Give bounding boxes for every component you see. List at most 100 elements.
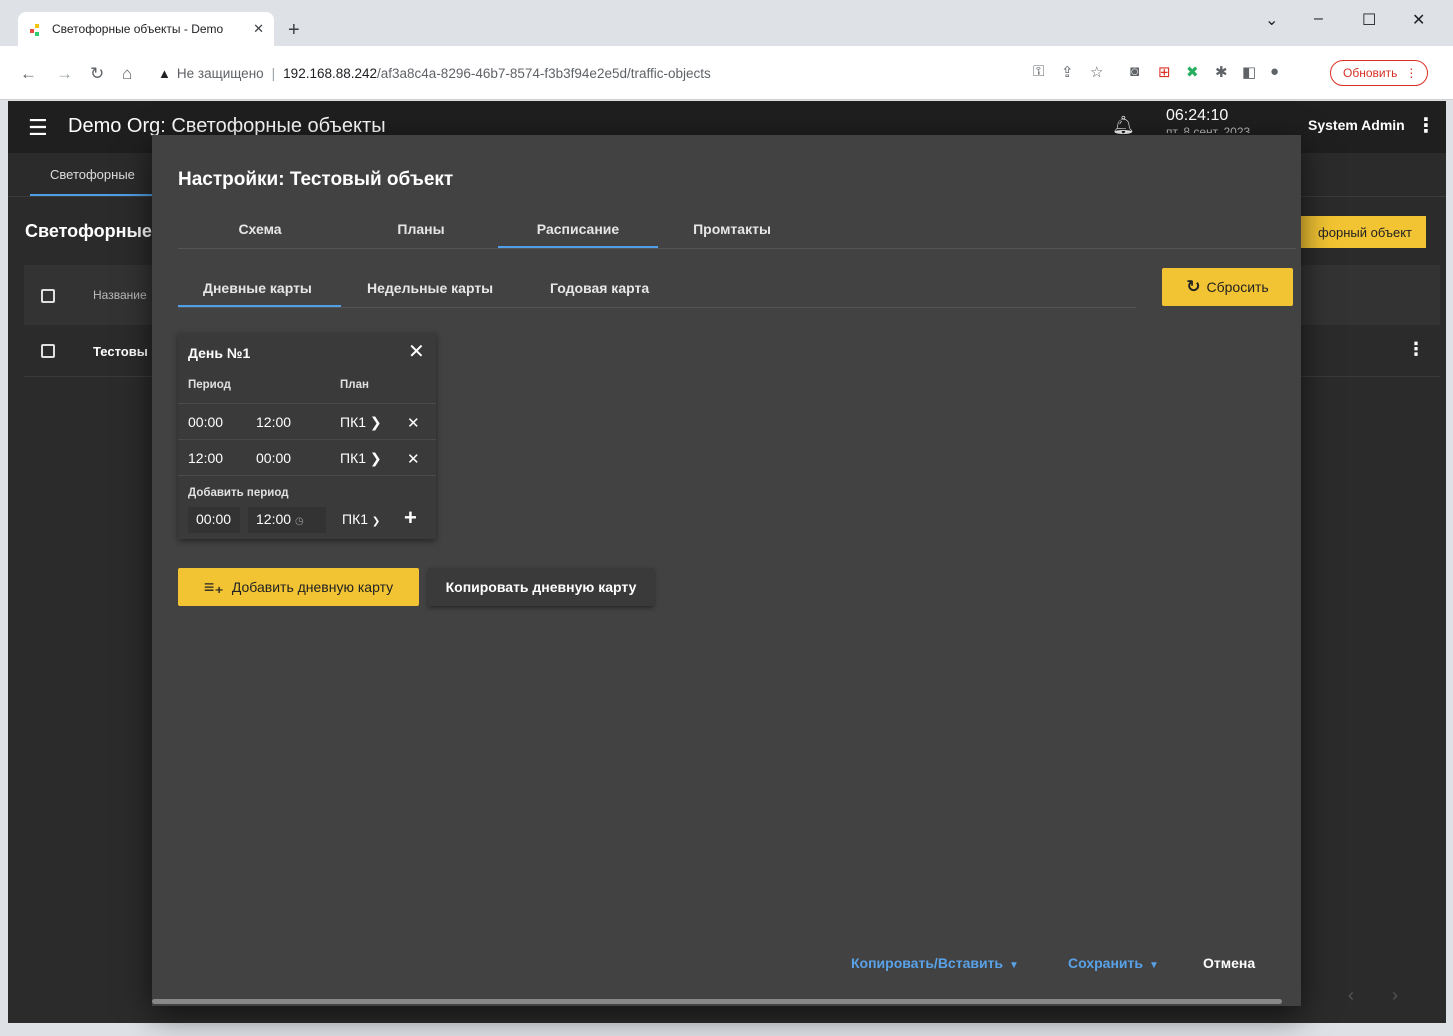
tab-plans[interactable]: Планы (368, 221, 474, 237)
tab-interphases[interactable]: Промтакты (674, 221, 790, 237)
menu-icon[interactable]: ☰ (28, 115, 48, 141)
update-button[interactable]: Обновить ⋮ (1330, 60, 1429, 86)
copy-paste-menu-button[interactable]: Копировать/Вставить ▼ (851, 955, 1019, 971)
period-plan-select[interactable]: ПК1 ❯ (340, 414, 382, 431)
update-label: Обновить (1343, 66, 1398, 80)
row-checkbox[interactable] (41, 344, 55, 358)
page-title: Светофорные (25, 221, 152, 241)
key-icon[interactable]: ⚿ (1033, 63, 1044, 80)
user-name[interactable]: System Admin (1308, 117, 1405, 133)
column-header-name[interactable]: Название (93, 288, 147, 302)
kebab-menu-icon: ⋮ (1405, 66, 1418, 80)
side-panel-icon[interactable]: ◧ (1242, 63, 1256, 81)
remove-period-icon[interactable]: ✕ (407, 450, 420, 468)
subtab-year-map[interactable]: Годовая карта (550, 280, 649, 296)
browser-tabstrip: Светофорные объекты - Demo ✕ + ⌄ – ☐ ✕ (0, 0, 1453, 46)
extension-grid-icon[interactable]: ⊞ (1158, 63, 1171, 81)
day-card: День №1 ✕ Период План 00:00 12:00 ПК1 ❯ … (178, 333, 436, 539)
minimize-icon[interactable]: – (1314, 10, 1323, 28)
address-bar[interactable]: ▲ Не защищено | 192.168.88.242 /af3a8c4a… (150, 57, 1115, 89)
plan-value: ПК1 (340, 414, 367, 430)
caret-down-icon: ▼ (1009, 960, 1019, 971)
add-day-map-label: Добавить дневную карту (231, 579, 394, 595)
back-icon[interactable]: ← (20, 64, 37, 84)
add-period-from-input[interactable]: 00:00 (188, 507, 240, 533)
add-traffic-object-button[interactable]: форный объект (1300, 216, 1426, 248)
period-row: 12:00 00:00 ПК1 ❯ ✕ (178, 439, 436, 475)
reset-button[interactable]: ↻ Сбросить (1162, 268, 1293, 306)
clock-time: 06:24:10 (1166, 107, 1229, 124)
tab-title: Светофорные объекты - Demo (52, 22, 224, 36)
home-icon[interactable]: ⌂ (122, 64, 132, 84)
tab-schema[interactable]: Схема (207, 221, 313, 237)
save-label: Сохранить (1068, 955, 1143, 971)
row-name: Тестовы (93, 344, 148, 359)
add-period-row: 00:00 12:00 ◷ ПК1 ❯ + (178, 505, 436, 535)
reset-label: Сбросить (1206, 279, 1269, 295)
remove-period-icon[interactable]: ✕ (407, 414, 420, 432)
browser-tab[interactable]: Светофорные объекты - Demo ✕ (18, 12, 274, 46)
period-to[interactable]: 12:00 (256, 414, 291, 430)
window-close-icon[interactable]: ✕ (1412, 10, 1425, 30)
subtab-week-maps[interactable]: Недельные карты (367, 280, 493, 296)
clock-date: пт, 8 сент. 2023 (1166, 125, 1251, 133)
nav-tab-traffic-objects[interactable]: Светофорные (50, 167, 135, 182)
caret-down-icon: ▼ (1148, 960, 1159, 971)
extension-x-icon[interactable]: ✖ (1186, 63, 1199, 81)
new-tab-icon[interactable]: + (288, 20, 300, 40)
bookmark-star-icon[interactable]: ☆ (1090, 63, 1103, 81)
maximize-icon[interactable]: ☐ (1362, 10, 1376, 30)
prev-page-icon[interactable]: ‹ (1348, 985, 1354, 1006)
horizontal-scrollbar[interactable] (152, 999, 1282, 1004)
add-period-icon[interactable]: + (404, 505, 417, 531)
select-all-checkbox[interactable] (41, 289, 55, 303)
next-page-icon[interactable]: › (1392, 985, 1398, 1006)
plan-value: ПК1 (340, 450, 367, 466)
nav-tab-indicator (30, 194, 152, 196)
clock: 06:24:10 пт, 8 сент. 2023 (1166, 107, 1250, 133)
column-plan: План (340, 379, 369, 391)
security-label: Не защищено (176, 65, 264, 81)
chevron-down-icon: ❯ (371, 516, 381, 527)
subtab-day-maps[interactable]: Дневные карты (203, 280, 312, 296)
browser-toolbar: ← → ↻ ⌂ ▲ Не защищено | 192.168.88.242 /… (0, 46, 1453, 100)
tab-schedule[interactable]: Расписание (498, 221, 658, 237)
share-icon[interactable]: ⇪ (1061, 63, 1074, 81)
add-period-plan-select[interactable]: ПК1 ❯ (334, 507, 390, 533)
url-separator: | (271, 65, 276, 81)
subtab-indicator (178, 305, 341, 307)
add-period-label: Добавить период (188, 487, 289, 499)
period-plan-select[interactable]: ПК1 ❯ (340, 450, 382, 467)
period-from[interactable]: 00:00 (188, 414, 223, 430)
profile-avatar-icon[interactable]: ● (1270, 63, 1279, 80)
period-from[interactable]: 12:00 (188, 450, 223, 466)
add-period-to-input[interactable]: 12:00 ◷ (248, 507, 326, 533)
copy-day-map-button[interactable]: Копировать дневную карту (428, 568, 654, 606)
tab-search-icon[interactable]: ⌄ (1265, 10, 1278, 30)
main-tabs: Схема Планы Расписание Промтакты (178, 207, 1296, 249)
url-host: 192.168.88.242 (283, 65, 378, 81)
reload-icon[interactable]: ↻ (90, 64, 104, 84)
notifications-bell-icon[interactable]: 🔔︎ (1112, 115, 1135, 136)
period-to[interactable]: 00:00 (256, 450, 291, 466)
add-period-to-value: 12:00 (256, 511, 292, 527)
add-period-plan-value: ПК1 (342, 511, 369, 527)
url-path: /af3a8c4a-8296-46b7-8574-f3b3f94e2e5d/tr… (377, 65, 711, 81)
day-card-title: День №1 (188, 345, 251, 361)
save-menu-button[interactable]: Сохранить ▼ (1068, 955, 1159, 971)
period-row: 00:00 12:00 ПК1 ❯ ✕ (178, 403, 436, 439)
column-period: Период (188, 379, 231, 391)
add-day-map-button[interactable]: ≡₊ Добавить дневную карту (178, 568, 419, 606)
dialog-title: Настройки: Тестовый объект (178, 169, 454, 190)
row-menu-icon[interactable]: ⋮ (1407, 339, 1425, 360)
tab-close-icon[interactable]: ✕ (253, 21, 264, 37)
user-menu-icon[interactable]: ⋮ (1416, 113, 1436, 138)
playlist-add-icon: ≡₊ (203, 576, 224, 597)
extensions-puzzle-icon[interactable]: ✱ (1215, 63, 1228, 81)
forward-icon[interactable]: → (56, 64, 73, 84)
cancel-button[interactable]: Отмена (1203, 955, 1255, 971)
extension-s-icon[interactable]: ◙ (1130, 63, 1139, 80)
clock-icon: ◷ (294, 516, 304, 527)
day-card-close-icon[interactable]: ✕ (408, 339, 425, 364)
chevron-down-icon: ❯ (369, 414, 382, 430)
